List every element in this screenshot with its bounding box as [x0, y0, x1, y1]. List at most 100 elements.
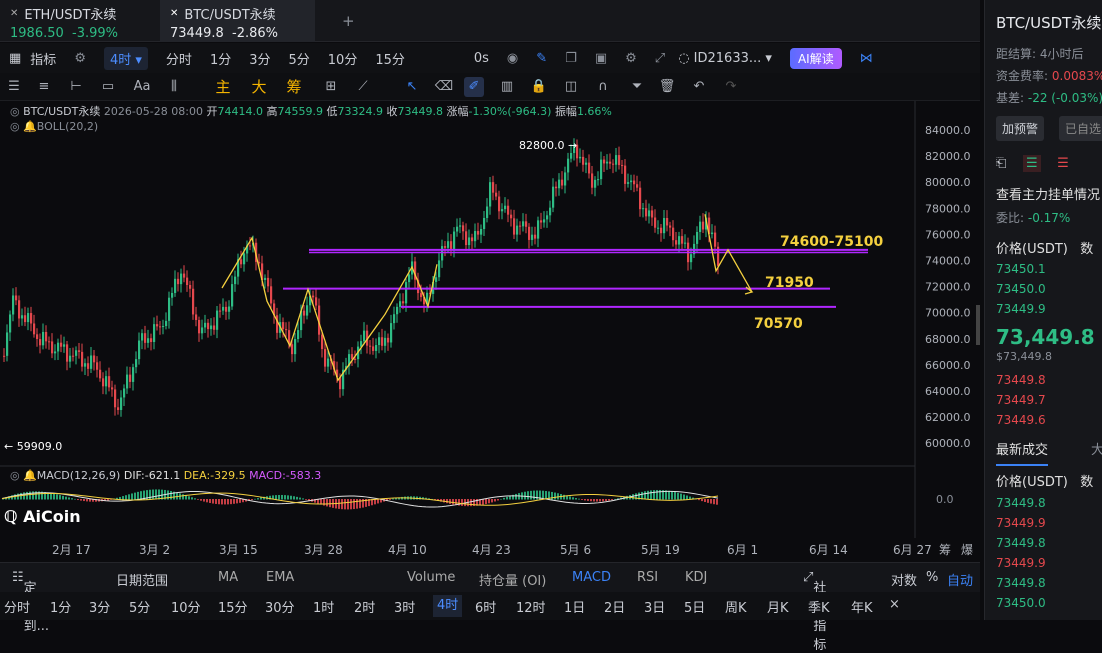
add-tab-button[interactable]: +	[342, 12, 355, 30]
text-tool[interactable]: Aa	[132, 77, 152, 97]
interval-option[interactable]: 分时	[166, 49, 192, 68]
orderbook-title[interactable]: 查看主力挂单情况	[996, 184, 1100, 203]
timeframe-12[interactable]: 12时	[516, 597, 546, 616]
image-icon[interactable]: ▣	[595, 51, 607, 66]
magnet-icon[interactable]: ∩	[593, 77, 613, 97]
list-icon[interactable]: ≡	[34, 77, 54, 97]
timeframe-10[interactable]: 4时	[433, 595, 463, 617]
timeframe-9[interactable]: 3时	[394, 597, 415, 616]
timeframe-1[interactable]: 1分	[50, 597, 71, 616]
settings-icon[interactable]: ⚙	[74, 51, 86, 66]
eraser-icon[interactable]: ⌫	[434, 77, 454, 97]
chip-toggle[interactable]: 筹	[939, 541, 951, 558]
timeframe-7[interactable]: 1时	[313, 597, 334, 616]
chart-area[interactable]: 84000.0 82000.0 80000.0 78000.0 76000.0 74000…	[0, 101, 980, 538]
interval-option[interactable]: 5分	[289, 49, 310, 68]
timeframe-4[interactable]: 10分	[171, 597, 201, 616]
ind-macd[interactable]: MACD	[572, 570, 611, 585]
timeframe-18[interactable]: 月K	[767, 597, 789, 616]
main-button[interactable]: 主	[213, 77, 233, 97]
interval-option[interactable]: 15分	[375, 49, 405, 68]
timeframe-8[interactable]: 2时	[354, 597, 375, 616]
timeframe-0[interactable]: 分时	[4, 597, 30, 616]
big-trades-tab[interactable]: 大	[1091, 439, 1102, 458]
timeframe-2[interactable]: 3分	[89, 597, 110, 616]
expand-icon[interactable]: ⤢	[655, 51, 665, 66]
timeframe-3[interactable]: 5分	[129, 597, 150, 616]
timeframe-17[interactable]: 周K	[725, 597, 747, 616]
ind-ma[interactable]: MA	[218, 570, 238, 585]
rect-icon[interactable]: ▭	[98, 77, 118, 97]
trades-tab[interactable]: 最新成交	[996, 439, 1049, 466]
fib-icon[interactable]: ⫼	[164, 77, 184, 97]
gear-icon[interactable]: ⚙	[625, 51, 637, 66]
date-range-button[interactable]: 日期范围	[116, 570, 168, 589]
percent-toggle[interactable]: %	[926, 570, 938, 585]
close-icon[interactable]: ×	[889, 597, 900, 612]
filter-icon[interactable]: ⏷	[627, 77, 647, 97]
interval-select[interactable]: 4时 ▾	[103, 46, 148, 70]
ind-oi[interactable]: 持仓量 (OI)	[479, 570, 546, 589]
watchlist-button[interactable]: 已自选	[1059, 116, 1102, 141]
side-tabs[interactable]: ⎗ ☰ ☰	[996, 155, 1069, 172]
macd-bar	[170, 490, 172, 500]
timeframe-15[interactable]: 3日	[644, 597, 665, 616]
line-icon[interactable]: ⊢	[66, 77, 86, 97]
timeframe-16[interactable]: 5日	[684, 597, 705, 616]
candle-body	[444, 246, 447, 248]
trade-row: 73449.8	[996, 576, 1046, 590]
community-indicators[interactable]: ⤢ 社区指标	[803, 570, 826, 653]
ind-kdj[interactable]: KDJ	[685, 570, 707, 585]
macd-bar	[608, 499, 610, 501]
brush-icon[interactable]: ✐	[464, 77, 484, 97]
redo-icon[interactable]: ↷	[721, 77, 741, 97]
wave-annotation[interactable]	[221, 236, 438, 382]
grid-icon[interactable]: ▦	[9, 51, 21, 66]
ind-volume[interactable]: Volume	[407, 570, 455, 585]
timeframe-13[interactable]: 1日	[564, 597, 585, 616]
tab-btc[interactable]: ✕ BTC/USDT永续 73449.8 -2.86%	[160, 0, 315, 42]
timeframe-20[interactable]: 年K	[851, 597, 873, 616]
chip-button[interactable]: 筹	[284, 77, 304, 97]
calc-icon[interactable]: ⊞	[321, 77, 341, 97]
macd-bar	[128, 494, 130, 500]
account-select[interactable]: ◌ ID21633... ▾	[678, 51, 772, 66]
interval-option[interactable]: 10分	[328, 49, 358, 68]
hide-icon[interactable]: ◫	[561, 77, 581, 97]
speed-label[interactable]: 0s	[474, 51, 489, 66]
undo-icon[interactable]: ↶	[689, 77, 709, 97]
copy-icon[interactable]: ❐	[565, 51, 577, 66]
timeframe-14[interactable]: 2日	[604, 597, 625, 616]
timeframe-6[interactable]: 30分	[265, 597, 295, 616]
candle-body	[639, 187, 642, 210]
tab-eth[interactable]: ✕ ETH/USDT永续 1986.50 -3.99%	[0, 0, 158, 42]
camera-icon[interactable]: ◉	[507, 51, 518, 66]
log-toggle[interactable]: 对数	[891, 570, 917, 589]
cursor-icon[interactable]: ↖	[402, 77, 422, 97]
add-alert-button[interactable]: 加预警	[996, 116, 1045, 141]
locate-button[interactable]: ☷ 定位到...	[12, 570, 49, 634]
timeframe-11[interactable]: 6时	[475, 597, 496, 616]
trash-icon[interactable]: 🗑	[657, 77, 677, 97]
close-icon[interactable]: ✕	[170, 8, 178, 19]
burst-toggle[interactable]: 爆	[961, 541, 973, 558]
interval-option[interactable]: 3分	[249, 49, 270, 68]
boll-label[interactable]: ◎ 🔔BOLL(20,2)	[10, 120, 98, 133]
scrollbar[interactable]	[976, 305, 980, 345]
pen-icon[interactable]: ✎	[536, 51, 547, 66]
indicator-button[interactable]: 指标	[30, 49, 56, 68]
timeframe-19[interactable]: 季K	[808, 597, 830, 616]
big-button[interactable]: 大	[249, 77, 269, 97]
ruler-icon[interactable]: ⟋	[353, 77, 373, 97]
ind-rsi[interactable]: RSI	[637, 570, 658, 585]
share-icon[interactable]: ⋈	[860, 51, 873, 66]
interval-option[interactable]: 1分	[210, 49, 231, 68]
menu-icon[interactable]: ☰	[4, 77, 24, 97]
lock-icon[interactable]: 🔒	[529, 77, 549, 97]
ai-button[interactable]: AI解读	[789, 47, 842, 69]
auto-toggle[interactable]: 自动	[947, 570, 973, 589]
timeframe-5[interactable]: 15分	[218, 597, 248, 616]
ind-ema[interactable]: EMA	[266, 570, 294, 585]
close-icon[interactable]: ✕	[10, 8, 18, 19]
candle-icon[interactable]: ▥	[497, 77, 517, 97]
